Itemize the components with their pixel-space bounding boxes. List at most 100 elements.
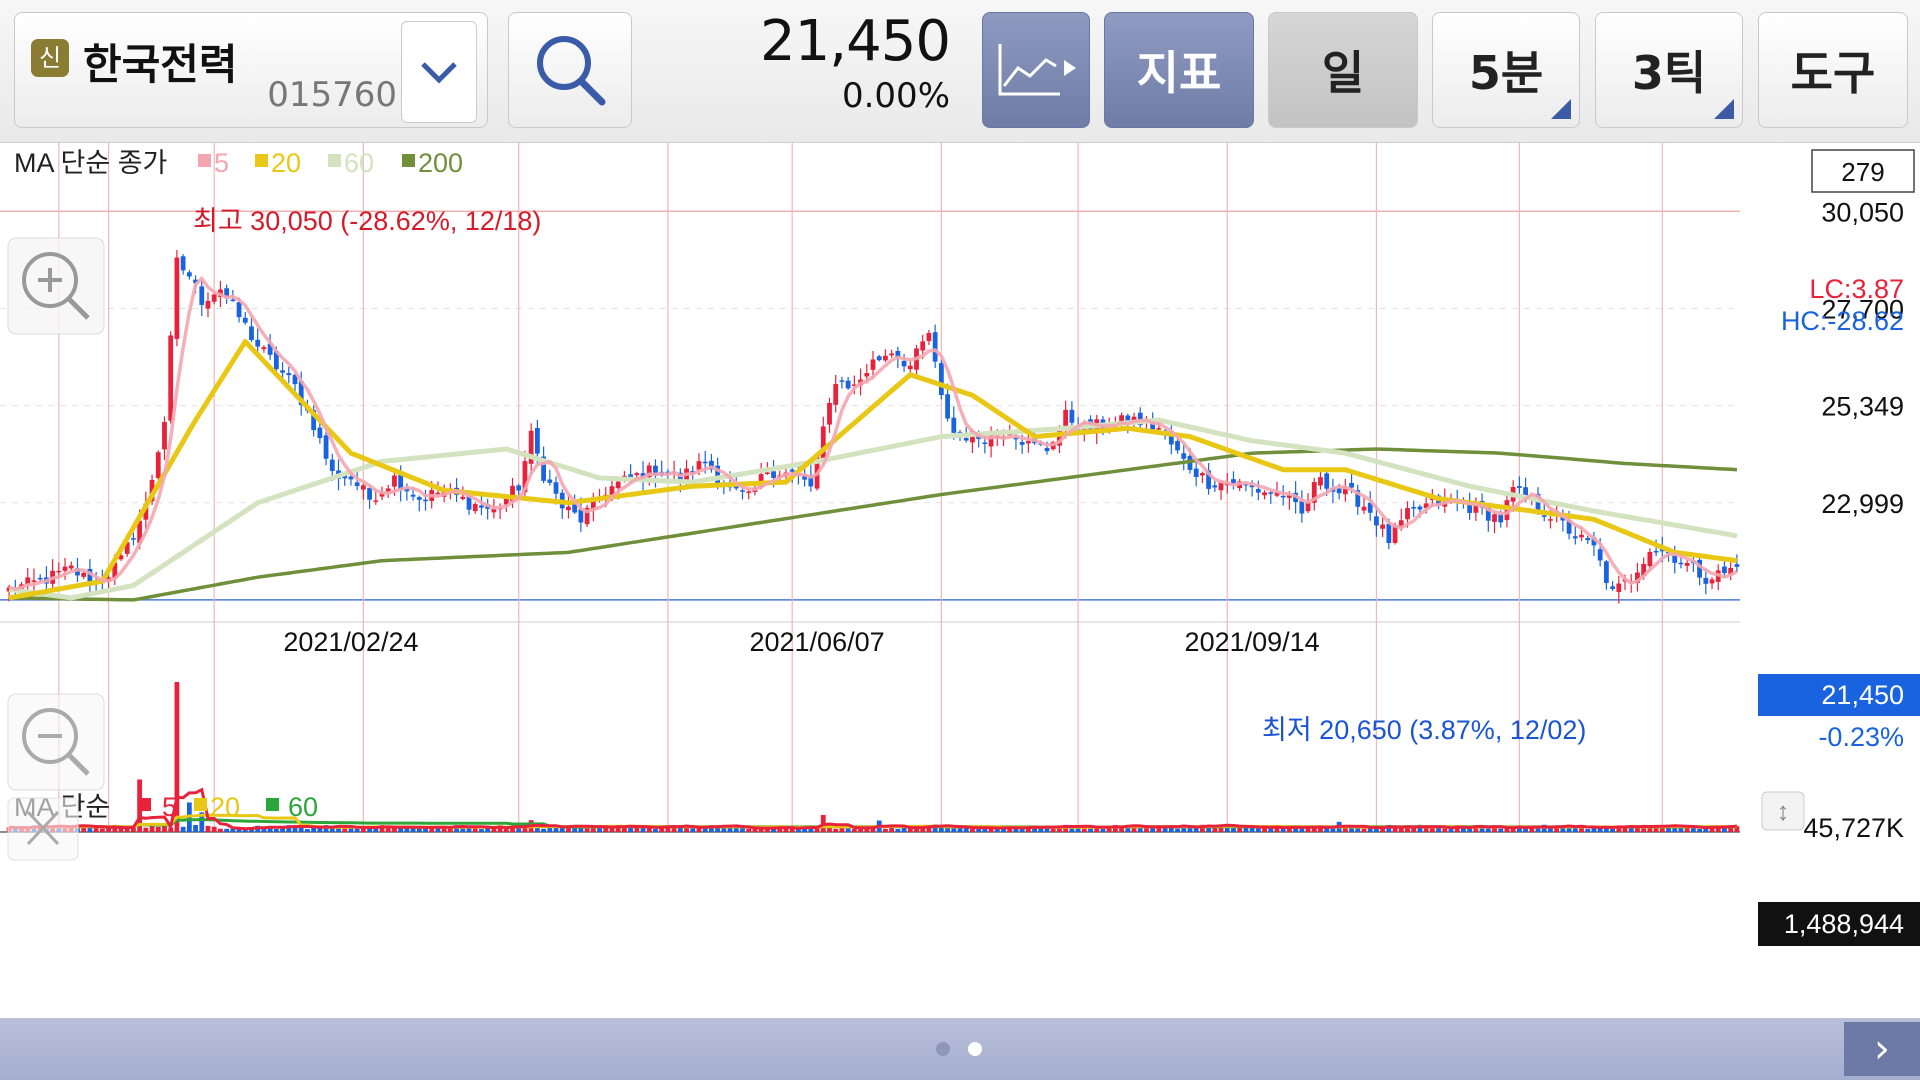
candle-body: [242, 317, 248, 323]
candle-body: [1280, 495, 1286, 498]
candle-body: [566, 506, 571, 511]
candle-body: [1361, 506, 1367, 511]
candle-body: [1647, 551, 1653, 567]
vol-ma5-swatch: [138, 798, 151, 811]
candle-body: [81, 572, 87, 577]
stock-chart[interactable]: 30,05027,70025,34922,9992021/02/24 2021/0…: [0, 142, 1920, 1018]
price-legend: MA 단순 종가 5 20 60 200: [14, 148, 463, 178]
next-page-button[interactable]: ›: [1844, 1022, 1920, 1076]
vol-ma60-swatch: [266, 798, 279, 811]
ma200-line: [9, 447, 1738, 602]
bar-count: 279: [1841, 157, 1884, 187]
candle-body: [162, 421, 167, 450]
minute-interval-button[interactable]: 5분: [1432, 12, 1580, 128]
candle-body: [1541, 515, 1547, 517]
candle-body: [1156, 427, 1162, 430]
volume-bar: [1144, 828, 1149, 832]
candlestick-series: [6, 250, 1740, 604]
volume-max-label: 45,727K: [1803, 813, 1904, 843]
chevron-right-icon: ›: [1874, 1026, 1890, 1072]
search-icon: [537, 36, 606, 106]
candle-body: [479, 505, 484, 508]
candle-body: [1722, 566, 1727, 574]
candle-body: [833, 384, 839, 405]
candle-body: [1199, 473, 1205, 476]
chart-grid: 30,05027,70025,34922,9992021/02/24 2021/0…: [0, 142, 1904, 833]
volume-bar: [124, 828, 130, 832]
volume-bar: [503, 829, 509, 832]
volume-bar: [522, 827, 528, 832]
volume-bar: [1398, 828, 1404, 832]
price-legend-ma5: 5: [214, 148, 229, 178]
candle-body: [746, 491, 752, 493]
candle-body: [845, 380, 851, 389]
volume-bar: [416, 828, 422, 832]
candle-body: [1610, 586, 1615, 589]
candle-body: [1063, 409, 1069, 428]
candle-body: [261, 347, 267, 350]
candle-body: [367, 488, 372, 500]
candle-body: [1262, 492, 1267, 496]
search-button[interactable]: [508, 12, 632, 128]
volume-bar: [1299, 828, 1305, 832]
candle-body: [1411, 507, 1417, 509]
candle-body: [889, 353, 895, 356]
candle-body: [963, 438, 969, 441]
period-daily-button[interactable]: 일: [1268, 12, 1418, 128]
zoom-out-button[interactable]: [7, 693, 105, 791]
candle-body: [1703, 577, 1709, 584]
candle-body: [740, 490, 745, 492]
volume-bar: [1442, 828, 1448, 832]
chart-type-button[interactable]: [982, 12, 1090, 128]
candle-body: [702, 461, 708, 464]
tick-interval-button[interactable]: 3틱: [1595, 12, 1743, 128]
candle-body: [236, 302, 242, 318]
candle-body: [926, 332, 932, 342]
price-tick-label: 22,999: [1821, 489, 1904, 519]
current-price-label: 21,450: [1821, 680, 1904, 710]
close-indicator-button[interactable]: [7, 797, 79, 861]
candle-body: [31, 580, 37, 582]
right-axis-panel: 279 LC:3.87 HC:-28.62 21,450 -0.23% ↕ 45…: [1758, 149, 1920, 946]
zoom-in-button[interactable]: [7, 237, 105, 335]
volume-legend-ma60: 60: [288, 792, 318, 822]
candle-body: [1025, 440, 1031, 444]
volume-bar: [1429, 828, 1435, 832]
volume-bar: [1392, 828, 1398, 832]
stock-selector[interactable]: 신 한국전력 015760: [14, 12, 488, 128]
page-dot-2[interactable]: [968, 1042, 982, 1056]
volume-bar: [1498, 828, 1504, 832]
volume-bar: [914, 828, 919, 832]
candle-body: [945, 394, 950, 419]
volume-bar: [193, 824, 198, 832]
price-legend-ma60: 60: [344, 148, 374, 178]
candle-body: [199, 286, 205, 305]
candle-body: [696, 461, 702, 470]
candle-body: [230, 299, 236, 302]
moving-averages: [8, 275, 1738, 602]
volume-bar: [224, 828, 230, 832]
indicator-button[interactable]: 지표: [1104, 12, 1254, 128]
candle-body: [1684, 562, 1690, 566]
volume-bar: [354, 828, 360, 832]
page-dot-1[interactable]: [936, 1042, 950, 1056]
tools-button[interactable]: 도구: [1758, 12, 1908, 128]
stock-dropdown-button[interactable]: [401, 21, 477, 123]
line-chart-icon: [998, 44, 1076, 96]
candle-body: [1374, 516, 1379, 526]
candle-body: [1616, 583, 1622, 592]
candle-body: [317, 427, 323, 438]
candle-body: [1405, 508, 1410, 520]
candle-body: [354, 482, 360, 487]
volume-legend-ma5: 5: [162, 792, 177, 822]
lc-value: LC:3.87: [1809, 274, 1904, 304]
candle-body: [249, 326, 254, 340]
corner-triangle-icon: [1714, 99, 1734, 119]
volume-bar: [1535, 828, 1541, 832]
candle-body: [1336, 488, 1342, 494]
volume-bar: [205, 825, 211, 832]
candle-body: [155, 452, 161, 479]
candle-body: [1579, 534, 1584, 538]
candle-body: [286, 373, 292, 376]
volume-bar: [553, 827, 559, 832]
